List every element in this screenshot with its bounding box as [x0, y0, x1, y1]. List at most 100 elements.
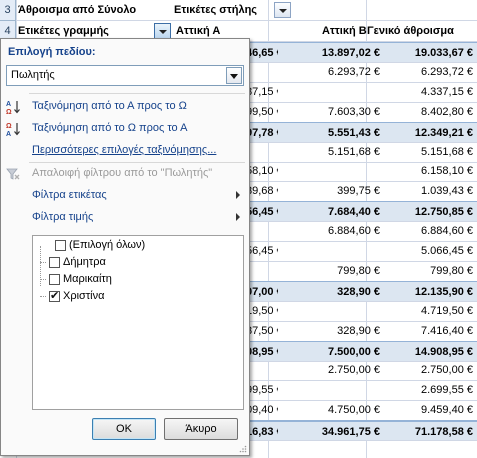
filter-values-list[interactable]: (Επιλογή όλων) Δήμητρα Μαρικαίτη Χριστίνα — [32, 235, 244, 410]
menu-item-label-filters[interactable]: Φίλτρα ετικέτας — [2, 185, 248, 207]
cell-grand-total[interactable]: 6.158,10 € — [386, 161, 473, 181]
cell-attica-b[interactable]: 7.500,00 € — [286, 342, 380, 362]
cell-attica-a[interactable]: 46,65 € — [246, 43, 278, 63]
menu-item-label: Ταξινόμηση από το Ω προς το Α — [32, 122, 188, 134]
cell-attica-b[interactable]: 5.551,43 € — [286, 123, 380, 143]
cell-grand-total[interactable]: 2.750,00 € — [386, 360, 473, 380]
cancel-button[interactable]: Άκυρο — [164, 418, 238, 440]
cell-attica-a[interactable]: 39,68 € — [246, 181, 278, 201]
cell-attica-b[interactable]: 5.151,68 € — [286, 142, 380, 162]
cell-grand-total[interactable]: 14.908,95 € — [386, 342, 473, 362]
cell-grand-total[interactable]: 6.884,60 € — [386, 221, 473, 241]
cell-grand-total[interactable]: 12.135,90 € — [386, 282, 473, 302]
column-labels-header[interactable]: Ετικέτες στήλης — [174, 0, 257, 20]
chevron-right-icon — [236, 213, 240, 221]
cell-attica-a[interactable]: 99,50 € — [246, 102, 278, 122]
cell-grand-total[interactable]: 799,80 € — [386, 261, 473, 281]
column-header-grand-total[interactable]: Γενικό άθροισμα — [367, 21, 454, 41]
menu-item-label: Φίλτρα ετικέτας — [32, 189, 107, 201]
menu-item-clear-filter[interactable]: Απαλοιφή φίλτρου από το "Πωλητής" — [2, 163, 248, 185]
cell-attica-a[interactable]: 56,45 € — [246, 241, 278, 261]
cell-attica-a[interactable]: 37,50 € — [246, 321, 278, 341]
clear-filter-icon — [5, 166, 21, 182]
chevron-down-icon[interactable] — [226, 67, 242, 84]
filter-checkbox[interactable] — [49, 257, 60, 268]
filter-item-label: Χριστίνα — [63, 290, 105, 302]
cell-attica-b[interactable]: 399,75 € — [286, 181, 380, 201]
row-header-3[interactable]: 3 — [0, 0, 16, 21]
cell-attica-b[interactable]: 6.884,60 € — [286, 221, 380, 241]
cell-attica-b[interactable]: 2.750,00 € — [286, 360, 380, 380]
cell-attica-a[interactable]: 09,40 € — [246, 400, 278, 420]
tree-line — [40, 262, 46, 263]
cell-attica-b[interactable]: 328,90 € — [286, 321, 380, 341]
cell-attica-b[interactable]: 7.684,40 € — [286, 202, 380, 222]
filter-item-label: Δήμητρα — [63, 256, 106, 268]
chevron-right-icon — [236, 191, 240, 199]
cell-attica-b[interactable]: 799,80 € — [286, 261, 380, 281]
menu-item-sort-desc[interactable]: ΩA Ταξινόμηση από το Ω προς το Α — [2, 118, 248, 140]
cell-grand-total[interactable]: 9.459,40 € — [386, 400, 473, 420]
menu-item-label: Ταξινόμηση από το Α προς το Ω — [32, 100, 187, 112]
cell-grand-total[interactable]: 4.719,50 € — [386, 301, 473, 321]
menu-item-more-sort-options[interactable]: Περισσότερες επιλογές ταξινόμησης... — [2, 140, 248, 162]
cell-grand-total[interactable]: 2.699,55 € — [386, 380, 473, 400]
cell-grand-total[interactable]: 5.151,68 € — [386, 142, 473, 162]
cell-attica-a[interactable]: 16,83 € — [246, 422, 278, 442]
cell-attica-a[interactable]: 58,10 € — [246, 161, 278, 181]
svg-text:A: A — [6, 101, 11, 108]
resize-grip-icon[interactable] — [239, 445, 247, 453]
row-labels-dropdown-button[interactable] — [154, 23, 171, 39]
cell-attica-a[interactable]: 07,00 € — [246, 282, 278, 302]
field-select[interactable]: Πωλητής — [6, 65, 244, 86]
cell-grand-total[interactable]: 71.178,58 € — [386, 422, 473, 442]
tree-line — [40, 246, 41, 286]
cell-grand-total[interactable]: 1.039,43 € — [386, 181, 473, 201]
cell-attica-a[interactable]: 56,45 € — [246, 202, 278, 222]
column-header-attica-b[interactable]: Αττική Β — [322, 21, 367, 41]
cell-attica-a[interactable]: 08,95 € — [246, 342, 278, 362]
menu-item-label: Φίλτρα τιμής — [32, 211, 94, 223]
sort-descending-icon: ΩA — [5, 121, 21, 138]
filter-item-label: (Επιλογή όλων) — [69, 239, 146, 251]
cell-grand-total[interactable]: 6.293,72 € — [386, 62, 473, 82]
svg-text:A: A — [6, 131, 11, 137]
cell-grand-total[interactable]: 7.416,40 € — [386, 321, 473, 341]
cell-attica-b[interactable]: 34.961,75 € — [286, 422, 380, 442]
pivot-header-row: Άθροισμα από Σύνολο Ετικέτες στήλης — [16, 0, 477, 21]
svg-text:Ω: Ω — [6, 109, 12, 115]
svg-text:Ω: Ω — [6, 123, 12, 130]
cell-attica-b[interactable]: 328,90 € — [286, 282, 380, 302]
filter-checkbox[interactable] — [49, 274, 60, 285]
filter-dropdown-panel: Επιλογή πεδίου: Πωλητής AΩ Ταξινόμηση απ… — [0, 38, 250, 456]
cell-grand-total[interactable]: 12.349,21 € — [386, 123, 473, 143]
menu-item-value-filters[interactable]: Φίλτρα τιμής — [2, 207, 248, 229]
tree-line — [40, 279, 46, 280]
cell-grand-total[interactable]: 12.750,85 € — [386, 202, 473, 222]
cell-attica-a[interactable]: 99,55 € — [246, 380, 278, 400]
cell-grand-total[interactable]: 5.066,45 € — [386, 241, 473, 261]
cell-attica-a[interactable]: 87,15 € — [246, 82, 278, 102]
cell-attica-b[interactable]: 13.897,02 € — [286, 43, 380, 63]
cell-attica-b[interactable]: 7.603,30 € — [286, 102, 380, 122]
menu-item-label: Απαλοιφή φίλτρου από το "Πωλητής" — [32, 167, 213, 179]
field-select-value: Πωλητής — [11, 69, 55, 81]
cell-grand-total[interactable]: 4.337,15 € — [386, 82, 473, 102]
filter-checkbox[interactable] — [49, 289, 60, 302]
values-label[interactable]: Άθροισμα από Σύνολο — [18, 0, 136, 20]
cell-attica-a[interactable]: 97,78 € — [246, 123, 278, 143]
filter-item-label: Μαρικαίτη — [63, 273, 112, 285]
cell-attica-b[interactable]: 4.750,00 € — [286, 400, 380, 420]
menu-separator — [29, 93, 245, 94]
field-select-label: Επιλογή πεδίου: — [8, 46, 96, 58]
cell-attica-a[interactable]: 19,50 € — [246, 301, 278, 321]
menu-item-sort-asc[interactable]: AΩ Ταξινόμηση από το Α προς το Ω — [2, 96, 248, 118]
sort-ascending-icon: AΩ — [5, 99, 21, 116]
filter-checkbox[interactable] — [55, 240, 66, 251]
cell-grand-total[interactable]: 19.033,67 € — [386, 43, 473, 63]
tree-line — [40, 296, 46, 297]
column-labels-dropdown-button[interactable] — [274, 2, 291, 18]
cell-grand-total[interactable]: 8.402,80 € — [386, 102, 473, 122]
cell-attica-b[interactable]: 6.293,72 € — [286, 62, 380, 82]
ok-button[interactable]: OK — [92, 418, 156, 440]
